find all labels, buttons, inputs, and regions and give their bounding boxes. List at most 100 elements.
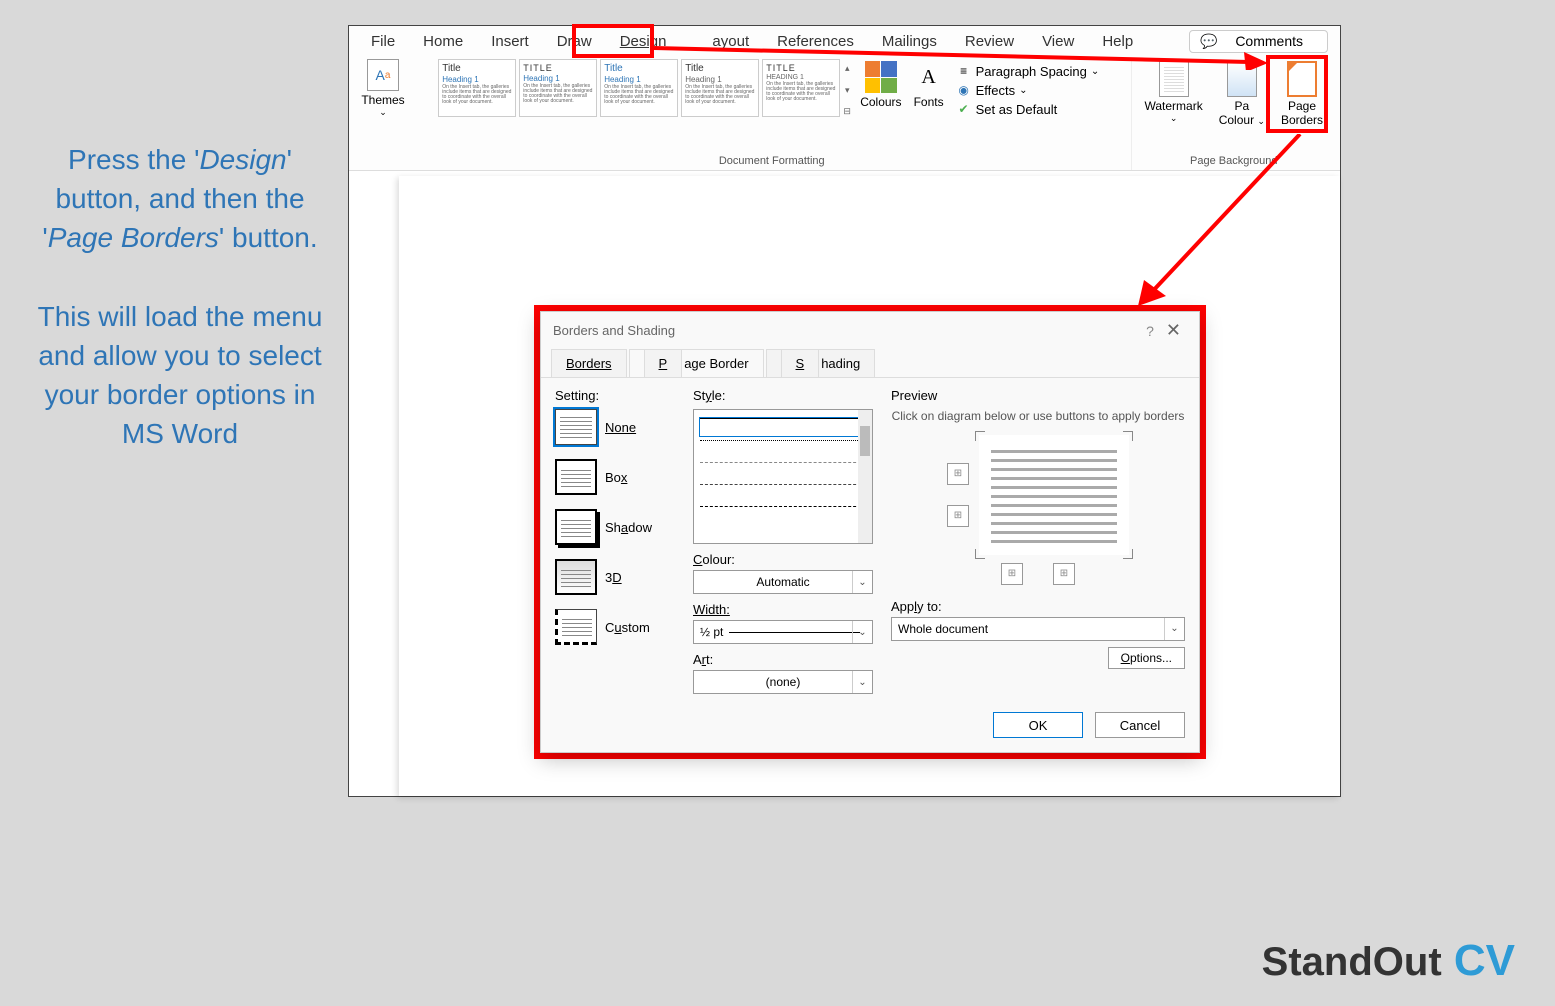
label-a: Page <box>1288 99 1316 113</box>
art-value: (none) <box>766 675 801 689</box>
tab-shading[interactable]: Shading <box>766 349 876 377</box>
setting-box[interactable]: Box <box>555 459 675 495</box>
style-label: Style: <box>693 388 873 403</box>
colour-dropdown[interactable]: Automatic⌄ <box>693 570 873 594</box>
logo-text-b: CV <box>1442 936 1515 985</box>
em-page-borders: Page Borders <box>48 222 219 253</box>
colour-label: Colour: <box>693 552 873 567</box>
comments-button[interactable]: 💬 Comments <box>1189 30 1328 53</box>
set-default-button[interactable]: ✔Set as Default <box>956 101 1100 117</box>
page-borders-button[interactable]: Page Borders <box>1273 59 1331 129</box>
tab-page-border[interactable]: Page Border <box>629 349 764 377</box>
tab-insert[interactable]: Insert <box>477 29 543 54</box>
ribbon-content: Aa Themes ⌄ TitleHeading 1On the Insert … <box>349 56 1340 171</box>
page-colour-icon <box>1227 61 1257 97</box>
fonts-button[interactable]: A Fonts <box>908 59 950 121</box>
tab-help[interactable]: Help <box>1088 29 1147 54</box>
width-preview-line <box>729 632 860 633</box>
style-solid[interactable] <box>700 418 866 436</box>
label: Shadow <box>605 520 652 535</box>
chevron-down-icon: ⌄ <box>1164 618 1184 640</box>
style-dotted[interactable] <box>700 440 866 458</box>
border-bottom-toggle[interactable]: ⊞ <box>947 505 969 527</box>
preview-page[interactable] <box>979 435 1129 555</box>
style-thumb[interactable]: TitleHeading 1On the Insert tab, the gal… <box>681 59 759 117</box>
colour-value: Automatic <box>756 575 809 589</box>
apply-to-dropdown[interactable]: Whole document ⌄ <box>891 617 1185 641</box>
dialog-title: Borders and Shading <box>553 323 675 338</box>
border-top-toggle[interactable]: ⊞ <box>947 463 969 485</box>
colours-label: Colours <box>860 95 901 109</box>
highlight-dialog: Borders and Shading ? ✕ Borders Page Bor… <box>534 305 1206 759</box>
options-button[interactable]: Options... <box>1108 647 1185 669</box>
scrollbar[interactable] <box>858 410 872 543</box>
setting-3d[interactable]: 3D <box>555 559 675 595</box>
setting-shadow[interactable]: Shadow <box>555 509 675 545</box>
chevron-down-icon: ⌄ <box>379 107 387 118</box>
width-dropdown[interactable]: ½ pt⌄ <box>693 620 873 644</box>
check-icon: ✔ <box>956 101 972 117</box>
setting-column: Setting: None Box Shadow 3D Custom <box>555 388 675 694</box>
effects-icon: ◉ <box>956 82 972 98</box>
preview-label: Preview <box>891 388 1185 403</box>
effects-button[interactable]: ◉Effects ⌄ <box>956 82 1100 98</box>
style-thumb[interactable]: TitleHeading 1On the Insert tab, the gal… <box>438 59 516 117</box>
tab-design[interactable]: Design <box>606 29 681 54</box>
instruction-p1: Press the 'Design' button, and then the … <box>25 140 335 258</box>
tab-references[interactable]: References <box>763 29 868 54</box>
close-icon[interactable]: ✕ <box>1160 320 1187 341</box>
style-gallery[interactable]: TitleHeading 1On the Insert tab, the gal… <box>438 59 840 121</box>
tab-mailings[interactable]: Mailings <box>868 29 951 54</box>
tab-draw[interactable]: Draw <box>543 29 606 54</box>
themes-icon: Aa <box>367 59 399 91</box>
tab-borders[interactable]: Borders <box>551 349 627 377</box>
dialog-titlebar: Borders and Shading ? ✕ <box>541 312 1199 349</box>
style-column: Style: Colour: Automatic⌄ Width: ½ pt⌄ A… <box>693 388 873 694</box>
watermark-button[interactable]: Watermark ⌄ <box>1136 59 1210 129</box>
chevron-down-icon: ⌄ <box>852 621 872 643</box>
style-thumb[interactable]: TitleHeading 1On the Insert tab, the gal… <box>600 59 678 117</box>
em-design: Design <box>199 144 286 175</box>
style-thumb[interactable]: TITLEHEADING 1On the Insert tab, the gal… <box>762 59 840 117</box>
txt: ' button. <box>219 222 318 253</box>
setting-box-icon <box>555 459 597 495</box>
border-right-toggle[interactable]: ⊞ <box>1053 563 1075 585</box>
style-dash-dot[interactable] <box>700 506 866 524</box>
chevron-down-icon: ⌄ <box>1170 113 1178 124</box>
colours-icon <box>865 61 897 93</box>
ribbon-tabs: File Home Insert Draw Design ayout Refer… <box>349 26 1340 56</box>
themes-button[interactable]: Aa Themes ⌄ <box>358 59 408 118</box>
style-thumb[interactable]: TITLEHeading 1On the Insert tab, the gal… <box>519 59 597 117</box>
apply-value: Whole document <box>898 622 988 636</box>
setting-none[interactable]: None <box>555 409 675 445</box>
label-b: Borders <box>1281 113 1323 127</box>
standoutcv-logo: StandOut CV <box>1262 936 1515 986</box>
fonts-label: Fonts <box>914 95 944 109</box>
tab-home[interactable]: Home <box>409 29 477 54</box>
tab-view[interactable]: View <box>1028 29 1088 54</box>
tab-file[interactable]: File <box>357 29 409 54</box>
ok-button[interactable]: OK <box>993 712 1083 738</box>
tab-review[interactable]: Review <box>951 29 1028 54</box>
width-label: Width: <box>693 602 873 617</box>
gallery-more[interactable]: ▴▾⊟ <box>840 59 854 121</box>
label: Effects <box>976 83 1016 98</box>
style-listbox[interactable] <box>693 409 873 544</box>
page-colour-button[interactable]: Pa Colour ⌄ <box>1211 59 1273 129</box>
instruction-p2: This will load the menu and allow you to… <box>25 297 335 454</box>
art-dropdown[interactable]: (none) ⌄ <box>693 670 873 694</box>
border-left-toggle[interactable]: ⊞ <box>1001 563 1023 585</box>
setting-custom[interactable]: Custom <box>555 609 675 645</box>
chevron-down-icon: ⌄ <box>852 671 872 693</box>
apply-to-label: Apply to: <box>891 599 1185 614</box>
borders-shading-dialog: Borders and Shading ? ✕ Borders Page Bor… <box>540 311 1200 753</box>
cancel-button[interactable]: Cancel <box>1095 712 1185 738</box>
colours-button[interactable]: Colours <box>854 59 907 121</box>
style-dash-fine[interactable] <box>700 462 866 480</box>
help-icon[interactable]: ? <box>1140 323 1160 339</box>
paragraph-spacing-button[interactable]: ≡Paragraph Spacing ⌄ <box>956 63 1100 79</box>
style-dash[interactable] <box>700 484 866 502</box>
tab-layout[interactable]: ayout <box>698 29 763 54</box>
label: Box <box>605 470 627 485</box>
setting-shadow-icon <box>555 509 597 545</box>
